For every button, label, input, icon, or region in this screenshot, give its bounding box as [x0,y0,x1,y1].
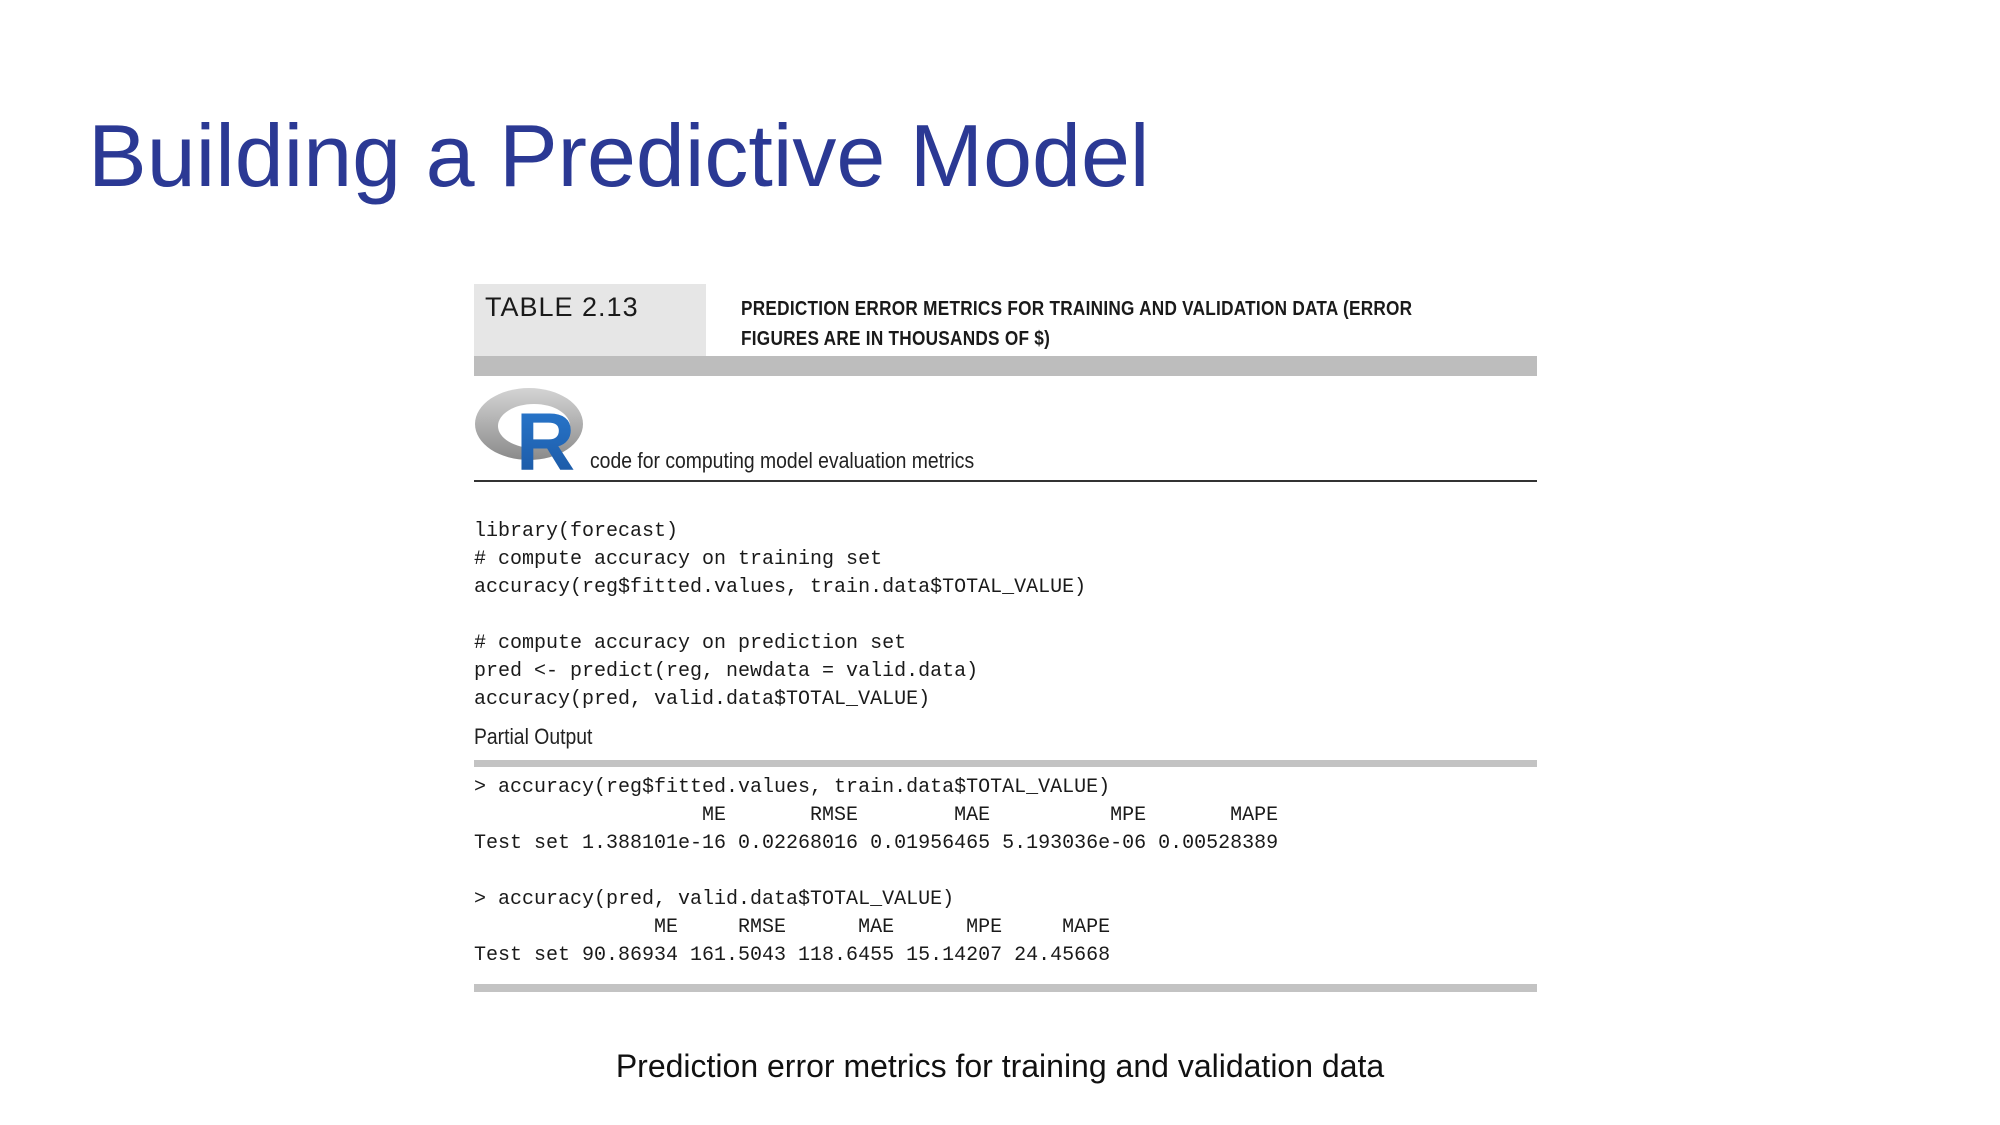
table-label: TABLE 2.13 [485,292,639,322]
output-block-training: > accuracy(reg$fitted.values, train.data… [474,776,1279,855]
r-code-block-training: library(forecast) # compute accuracy on … [474,520,1087,599]
divider-line [474,480,1537,482]
figure-caption: Prediction error metrics for training an… [615,1048,1385,1084]
slide-title: Building a Predictive Model [88,106,1150,205]
table-caption: PREDICTION ERROR METRICS FOR TRAINING AN… [741,298,1413,350]
table-label-box: TABLE 2.13 [474,284,706,356]
r-logo-icon: R [475,388,583,474]
table-header: TABLE 2.13 PREDICTION ERROR METRICS FOR … [474,284,1537,376]
r-logo-letter: R [516,397,575,474]
output-top-rule [474,760,1537,767]
table-header-bar [474,356,1537,376]
output-block-validation: > accuracy(pred, valid.data$TOTAL_VALUE)… [474,888,1111,967]
output-bottom-rule [474,984,1537,992]
partial-output-label: Partial Output [474,724,593,749]
table-figure: TABLE 2.13 PREDICTION ERROR METRICS FOR … [474,284,1537,992]
r-code-block-prediction: # compute accuracy on prediction set pre… [474,632,979,711]
r-code-caption: code for computing model evaluation metr… [590,448,975,473]
